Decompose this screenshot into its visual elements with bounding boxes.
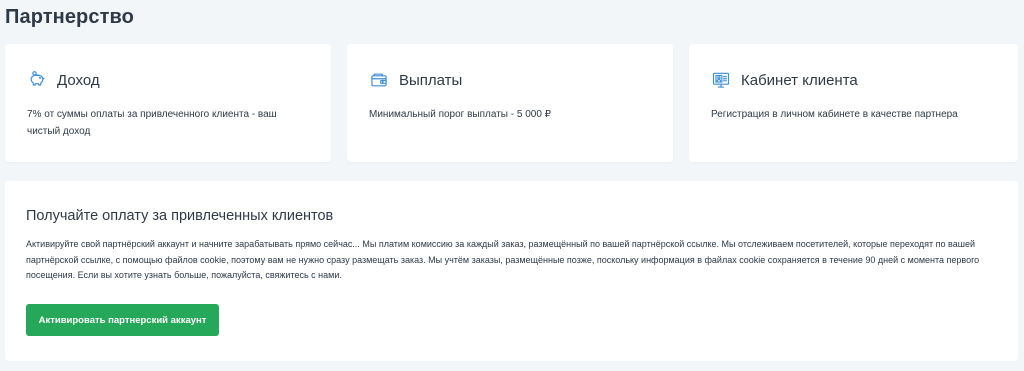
client-cabinet-card-text: Регистрация в личном кабинете в качестве… [711,109,958,120]
income-card-header: Доход [27,70,100,90]
client-cabinet-icon [711,70,731,90]
payouts-card-text: Минимальный порог выплаты - 5 000 ₽ [369,109,552,120]
client-cabinet-card-title: Кабинет клиента [741,71,858,89]
affiliate-heading: Получайте оплату за привлеченных клиенто… [26,208,334,224]
activate-affiliate-button[interactable]: Активировать партнерский аккаунт [26,304,219,336]
payouts-card: Выплаты Минимальный порог выплаты - 5 00… [347,44,673,162]
client-cabinet-card-header: Кабинет клиента [711,70,858,90]
payouts-card-title: Выплаты [399,71,463,89]
income-card-title: Доход [57,71,100,89]
client-cabinet-card: Кабинет клиента Регистрация в личном каб… [689,44,1018,162]
affiliate-info-panel: Получайте оплату за привлеченных клиенто… [5,181,1018,361]
piggy-bank-icon [27,70,47,90]
income-card-text: 7% от суммы оплаты за привлеченного клие… [27,109,277,137]
affiliate-description: Активируйте свой партнёрский аккаунт и н… [26,239,980,280]
payouts-card-header: Выплаты [369,70,462,90]
page-title: Партнерство [5,6,134,28]
wallet-icon [369,70,389,90]
income-card: Доход 7% от суммы оплаты за привлеченног… [5,44,331,162]
